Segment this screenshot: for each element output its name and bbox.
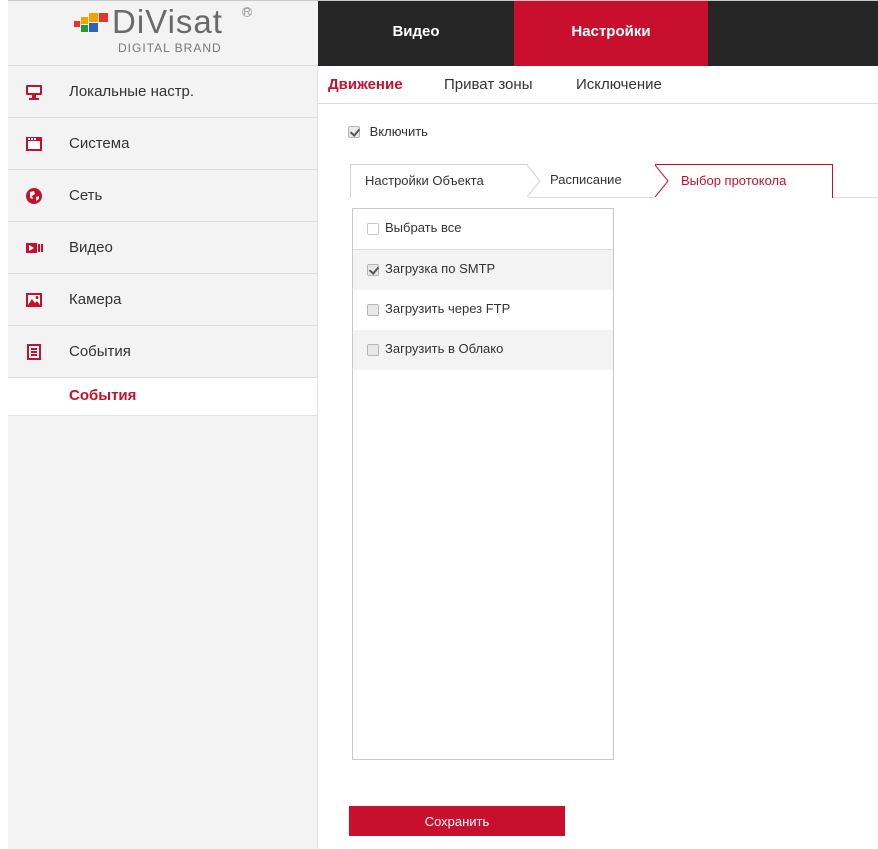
cloud-label: Загрузить в Облако (385, 341, 504, 356)
list-item-ftp[interactable]: Загрузить через FTP (353, 290, 613, 330)
logo-brand: DiVisat (112, 3, 223, 40)
events-icon (27, 344, 41, 360)
step-object-settings[interactable]: Настройки Объекта (350, 164, 528, 198)
step-separator-icon (527, 164, 541, 198)
sub-tabs: Движение Приват зоны Исключение (318, 66, 878, 104)
enable-checkbox[interactable] (348, 125, 360, 138)
sidebar-item-events[interactable]: События (8, 326, 317, 378)
sidebar-item-label: Система (69, 135, 130, 152)
registered-icon: R (242, 7, 252, 18)
smtp-label: Загрузка по SMTP (385, 261, 496, 276)
sidebar-item-network[interactable]: Сеть (8, 170, 317, 222)
sidebar-item-label: Видео (69, 239, 113, 256)
logo-subtitle: DIGITAL BRAND (118, 41, 222, 55)
sidebar-item-camera[interactable]: Камера (8, 274, 317, 326)
tab-motion[interactable]: Движение (328, 66, 403, 104)
sidebar-item-label: Камера (69, 291, 122, 308)
top-nav: Видео Настройки (318, 1, 878, 66)
image-icon (26, 293, 42, 307)
ftp-checkbox[interactable] (367, 303, 379, 316)
sidebar-item-label: События (69, 343, 131, 360)
sidebar-subitem-label: События (69, 387, 137, 404)
smtp-checkbox[interactable] (367, 263, 379, 276)
select-all-checkbox[interactable] (367, 222, 379, 235)
sidebar-item-label: Локальные настр. (69, 83, 195, 100)
logo: DiVisat R DIGITAL BRAND (8, 1, 318, 66)
select-all-label: Выбрать все (385, 220, 462, 235)
enable-row: Включить (348, 124, 428, 142)
save-button[interactable]: Сохранить (349, 806, 565, 836)
sidebar-item-video[interactable]: Видео (8, 222, 317, 274)
step-separator-active-icon (655, 164, 669, 198)
tab-privacy-zones[interactable]: Приват зоны (444, 66, 532, 104)
globe-icon (26, 188, 42, 204)
tab-exclusion[interactable]: Исключение (576, 66, 662, 104)
sidebar: Локальные настр. Система Сеть Видео Каме… (8, 66, 318, 849)
cloud-checkbox[interactable] (367, 343, 379, 356)
monitor-icon (26, 85, 42, 100)
list-item-cloud[interactable]: Загрузить в Облако (353, 330, 613, 370)
top-tab-settings[interactable]: Настройки (514, 1, 708, 66)
sidebar-subitem-events[interactable]: События (8, 378, 317, 416)
enable-label: Включить (369, 123, 428, 139)
video-icon (26, 243, 43, 253)
system-icon (26, 137, 42, 151)
list-item-smtp[interactable]: Загрузка по SMTP (353, 250, 613, 290)
step-tabs: Настройки Объекта Расписание Выбор прото… (350, 164, 878, 198)
step-schedule[interactable]: Расписание (542, 164, 622, 198)
top-tab-video[interactable]: Видео (318, 1, 514, 66)
sidebar-item-system[interactable]: Система (8, 118, 317, 170)
step-protocol[interactable]: Выбор протокола (655, 164, 833, 198)
ftp-label: Загрузить через FTP (385, 301, 511, 316)
list-item-select-all[interactable]: Выбрать все (353, 209, 613, 250)
sidebar-item-label: Сеть (69, 187, 103, 204)
protocol-list: Выбрать все Загрузка по SMTP Загрузить ч… (352, 208, 614, 760)
sidebar-item-local-settings[interactable]: Локальные настр. (8, 66, 317, 118)
